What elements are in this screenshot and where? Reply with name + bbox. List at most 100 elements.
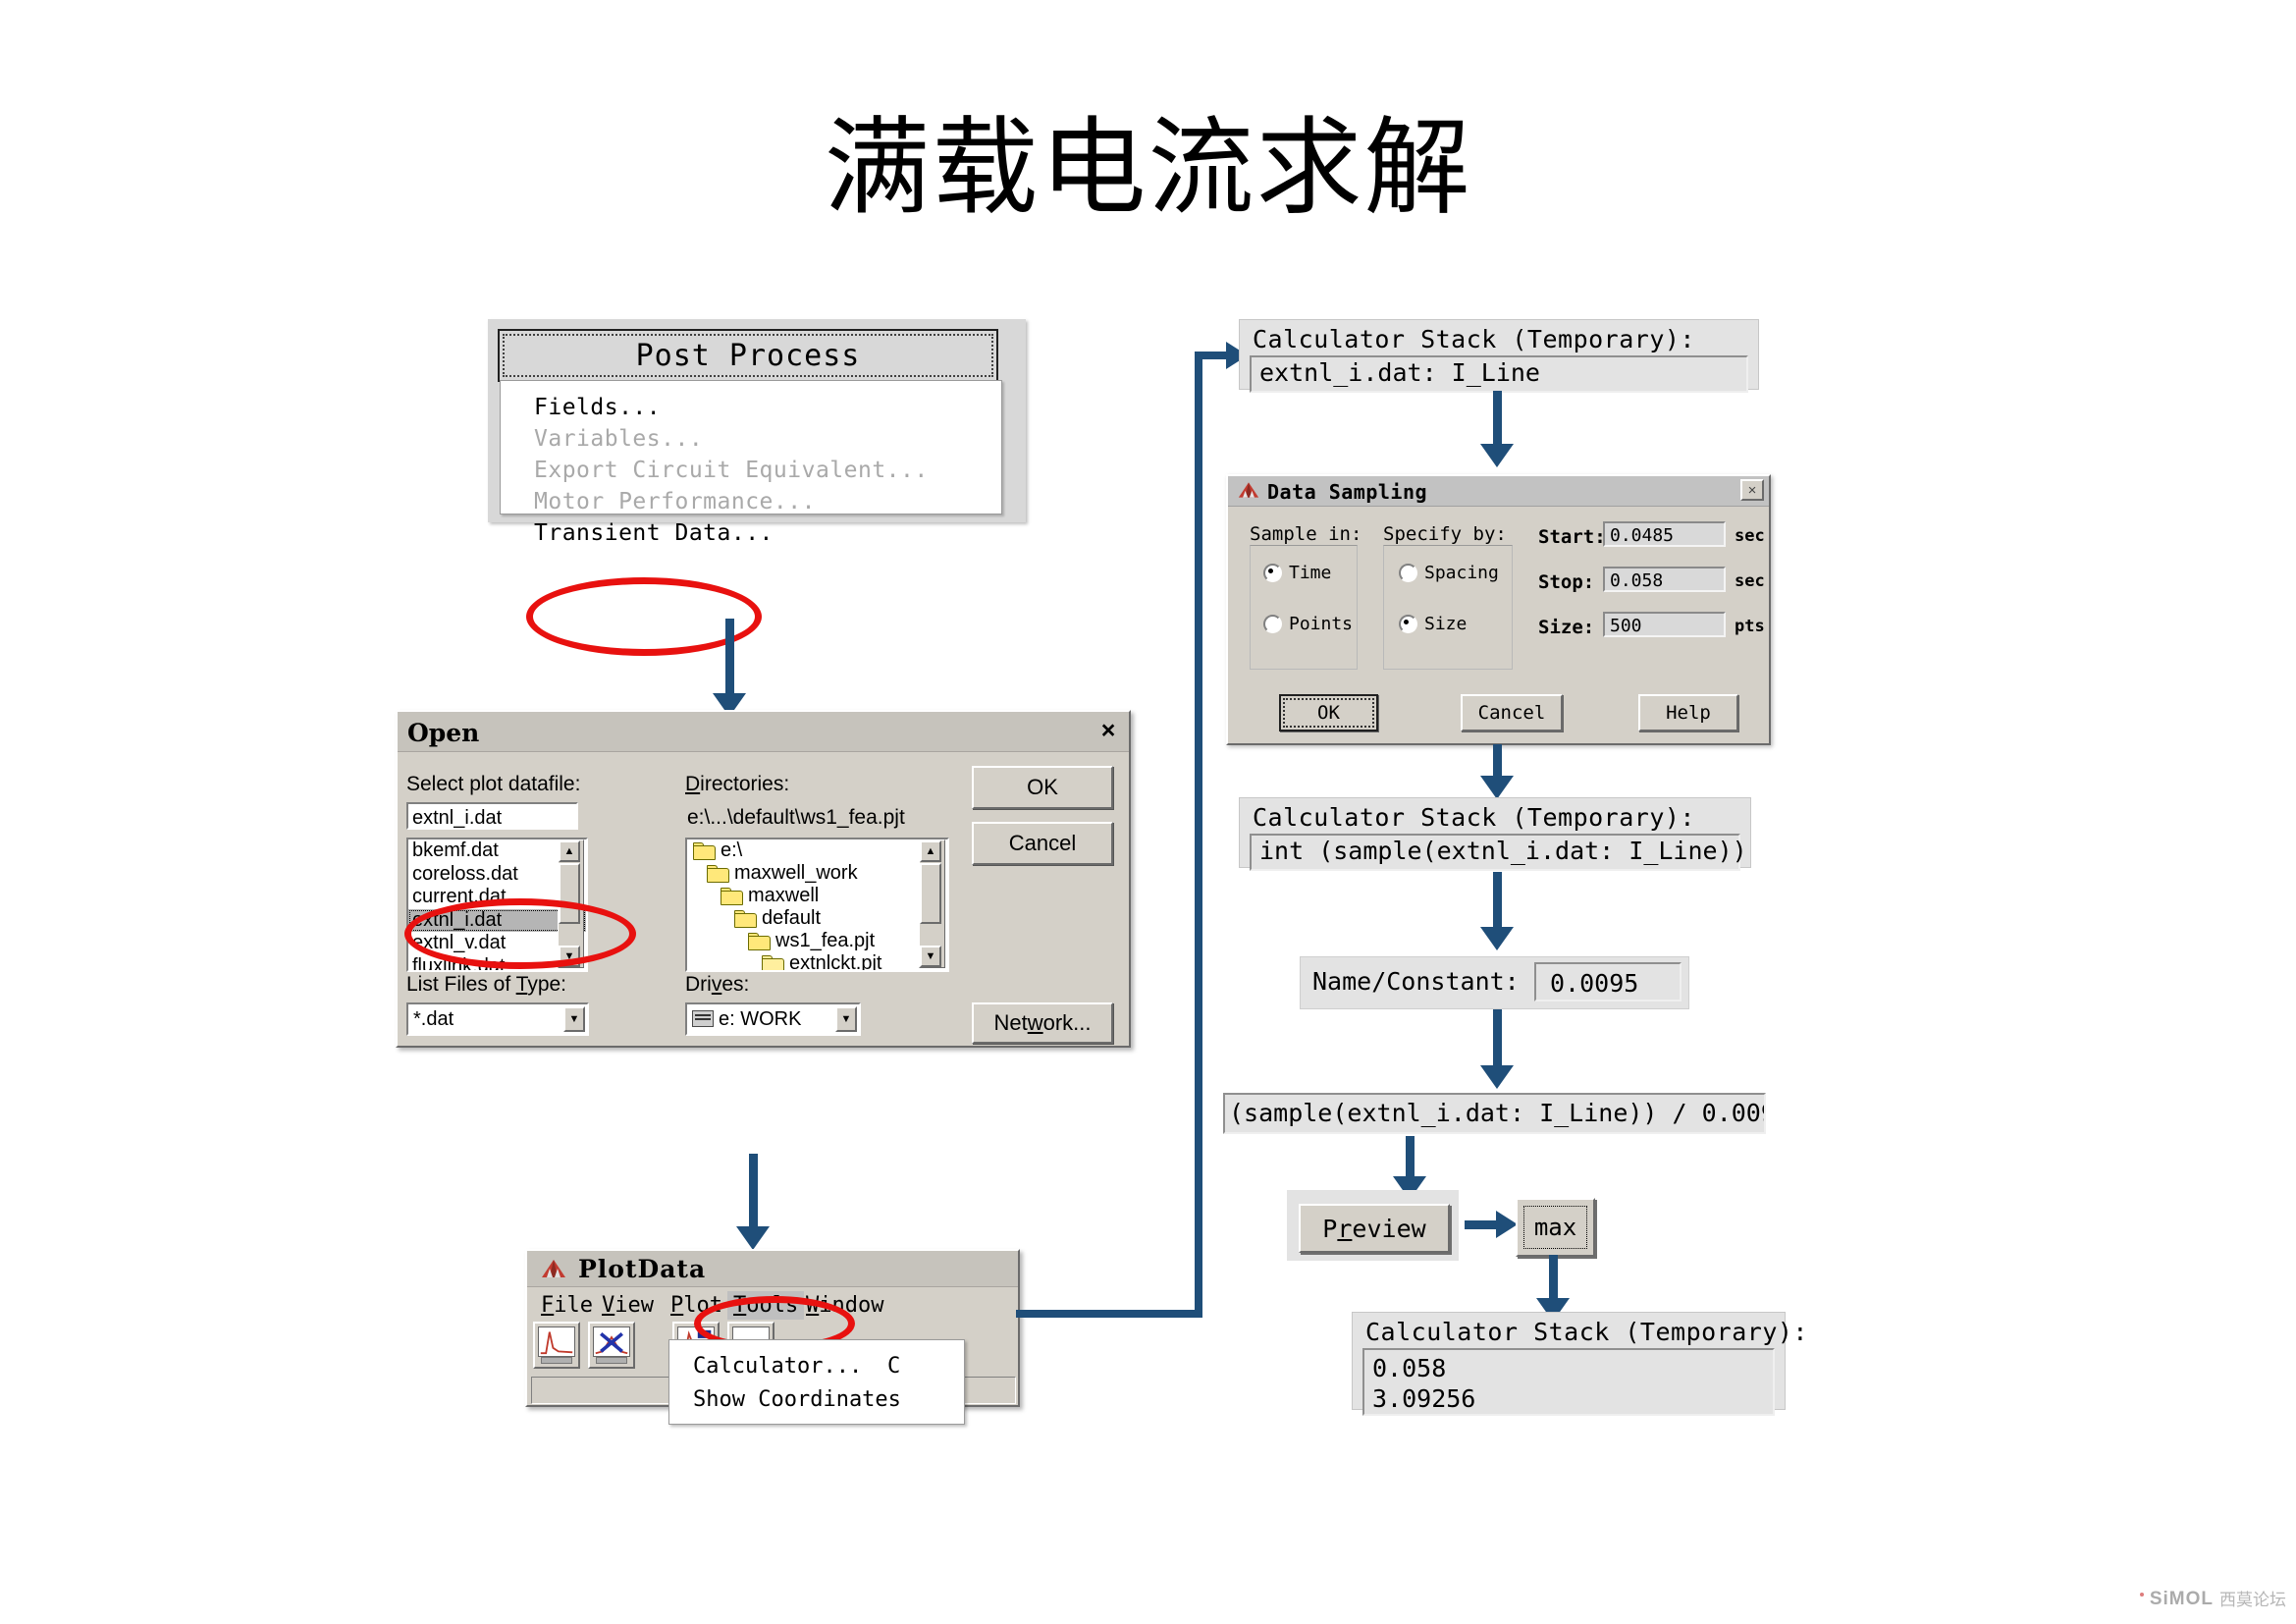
- connector-stack1-to-sampling: [1493, 391, 1502, 450]
- max-button[interactable]: max: [1523, 1206, 1587, 1249]
- dir-item-label: extnlckt.pjt: [789, 952, 882, 972]
- menu-item-show-coordinates[interactable]: Show Coordinates: [693, 1387, 901, 1412]
- preview-button[interactable]: Pr eview: [1299, 1204, 1450, 1253]
- stop-label: Stop:: [1538, 571, 1595, 593]
- start-label: Start:: [1538, 526, 1606, 548]
- name-constant-input[interactable]: 0.0095: [1534, 962, 1682, 1001]
- network-button[interactable]: Net w ork...: [972, 1002, 1113, 1044]
- connector-postprocess-to-open: [725, 619, 734, 697]
- dir-item[interactable]: extnlckt.pjt: [687, 952, 947, 972]
- toolbar-button-delete-plot[interactable]: [588, 1322, 635, 1369]
- radio-time[interactable]: Time: [1263, 563, 1331, 583]
- post-process-header-button[interactable]: Post Process: [498, 329, 998, 382]
- menu-item-calculator[interactable]: Calculator...: [693, 1354, 862, 1379]
- calculator-stack-2-header: Calculator Stack (Temporary):: [1253, 803, 1695, 832]
- open-dialog: Open × Select plot datafile: extnl_i.dat…: [396, 710, 1131, 1048]
- expression-field[interactable]: (sample(extnl_i.dat: I_Line)) / 0.0095: [1223, 1093, 1766, 1134]
- radio-dot: [1399, 564, 1417, 582]
- data-sampling-dialog: Data Sampling × Sample in: Time Points S…: [1226, 474, 1771, 745]
- scroll-up-icon[interactable]: ▲: [920, 840, 941, 862]
- connector-nameconstant-to-expression: [1493, 1009, 1502, 1070]
- menu-item-fields[interactable]: Fields...: [534, 395, 661, 420]
- start-input[interactable]: 0.0485: [1603, 521, 1726, 547]
- menu-item-transient-data[interactable]: Transient Data...: [534, 520, 774, 546]
- plot-curve-icon: [538, 1326, 575, 1357]
- dir-item-current[interactable]: ws1_fea.pjt: [687, 930, 947, 952]
- menu-file[interactable]: File: [535, 1291, 599, 1320]
- help-button[interactable]: Help: [1638, 694, 1738, 731]
- folder-open-icon: [707, 864, 729, 883]
- directory-tree[interactable]: e:\ maxwell_work maxwell default ws1_fea…: [685, 838, 949, 972]
- sample-in-label: Sample in:: [1250, 523, 1362, 545]
- dir-item-label: default: [762, 907, 822, 929]
- size-unit: pts: [1735, 617, 1765, 636]
- radio-dot-selected: [1263, 564, 1282, 582]
- start-unit: sec: [1735, 526, 1765, 546]
- menu-item-calculator-shortcut: C: [887, 1354, 901, 1379]
- connector-arrowhead-nameconstant: [1480, 927, 1514, 950]
- scroll-up-icon[interactable]: ▲: [559, 840, 580, 862]
- scroll-down-icon[interactable]: ▼: [920, 946, 941, 967]
- radio-dot-selected: [1399, 615, 1417, 633]
- calculator-stack-1-list[interactable]: extnl_i.dat: I_Line: [1250, 355, 1748, 393]
- size-input[interactable]: 500: [1603, 612, 1726, 637]
- filetype-select[interactable]: *.dat ▼: [406, 1002, 589, 1036]
- drives-select[interactable]: e: WORK ▼: [685, 1002, 861, 1036]
- drives-value: e: WORK: [719, 1008, 802, 1030]
- dir-item[interactable]: maxwell: [687, 885, 947, 907]
- stack-line: 0.058: [1372, 1354, 1447, 1382]
- list-files-of-type-label: List Files of Type:: [406, 973, 567, 996]
- dir-item[interactable]: maxwell_work: [687, 862, 947, 885]
- ok-button[interactable]: OK: [972, 766, 1113, 809]
- scrollbar-thumb[interactable]: [920, 863, 941, 924]
- radio-size-label: Size: [1424, 614, 1468, 634]
- page-title: 满载电流求解: [824, 107, 1472, 230]
- cancel-button[interactable]: Cancel: [972, 822, 1113, 865]
- dir-item[interactable]: e:\: [687, 839, 947, 862]
- dir-item-label: ws1_fea.pjt: [775, 930, 876, 951]
- watermark-dot-icon: [2139, 1593, 2144, 1597]
- menu-view[interactable]: View: [596, 1291, 660, 1320]
- close-icon[interactable]: ×: [1094, 717, 1123, 744]
- filename-input[interactable]: extnl_i.dat: [406, 802, 578, 830]
- radio-points[interactable]: Points: [1263, 614, 1353, 634]
- preview-panel: Pr eview: [1287, 1190, 1459, 1261]
- dir-item-label: maxwell_work: [734, 862, 858, 884]
- radio-dot: [1263, 615, 1282, 633]
- calculator-stack-3-list[interactable]: 0.058 3.09256: [1362, 1348, 1775, 1416]
- post-process-panel: Post Process Fields... Variables... Expo…: [488, 319, 1026, 546]
- directory-tree-scrollbar[interactable]: ▲ ▼: [919, 839, 945, 968]
- toolbar-button-plot[interactable]: [533, 1322, 580, 1369]
- cancel-button[interactable]: Cancel: [1461, 694, 1563, 731]
- chevron-down-icon[interactable]: ▼: [563, 1006, 585, 1032]
- dir-item-label: e:\: [721, 839, 743, 861]
- select-datafile-label: Select plot datafile:: [406, 773, 581, 795]
- close-icon[interactable]: ×: [1740, 479, 1764, 501]
- watermark: SiMOL 西莫论坛: [2139, 1586, 2286, 1610]
- drive-icon: [692, 1010, 714, 1027]
- radio-size[interactable]: Size: [1399, 614, 1467, 634]
- connector-arrowhead-plotdata: [736, 1226, 770, 1250]
- name-constant-panel: Name/Constant: 0.0095: [1300, 956, 1689, 1009]
- radio-spacing[interactable]: Spacing: [1399, 563, 1499, 583]
- connector-vertical-long: [1195, 352, 1202, 1314]
- plot-delete-icon: [593, 1326, 630, 1357]
- radio-time-label: Time: [1289, 563, 1332, 583]
- size-label: Size:: [1538, 617, 1595, 638]
- calculator-stack-2: Calculator Stack (Temporary): int (sampl…: [1239, 797, 1751, 871]
- tools-dropdown-menu: Calculator... C Show Coordinates: [668, 1339, 965, 1425]
- ok-button[interactable]: OK: [1279, 694, 1378, 731]
- dir-item[interactable]: default: [687, 907, 947, 930]
- connector-arrowhead-expression: [1480, 1065, 1514, 1089]
- post-process-menu: Fields... Variables... Export Circuit Eq…: [500, 380, 1002, 546]
- calculator-stack-2-list[interactable]: int (sample(extnl_i.dat: I_Line)): [1250, 834, 1747, 871]
- current-path: e:\...\default\ws1_fea.pjt: [687, 806, 905, 829]
- calculator-stack-1-header: Calculator Stack (Temporary):: [1253, 325, 1695, 353]
- menu-item-motor-performance: Motor Performance...: [534, 489, 816, 514]
- highlight-ellipse-extnl-i-dat: [404, 898, 636, 969]
- connector-arrowhead-max: [1496, 1211, 1518, 1238]
- chevron-down-icon[interactable]: ▼: [835, 1006, 857, 1032]
- stop-input[interactable]: 0.058: [1603, 567, 1726, 592]
- data-sampling-titlebar: Data Sampling ×: [1228, 476, 1769, 507]
- folder-open-icon: [748, 932, 771, 950]
